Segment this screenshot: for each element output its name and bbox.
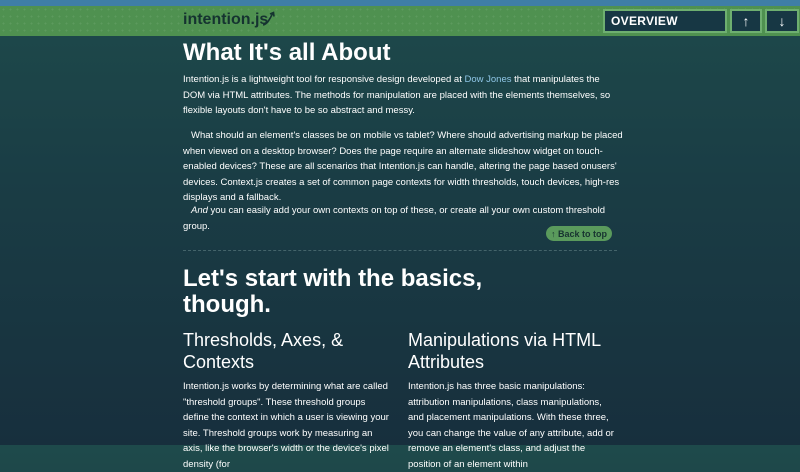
about-paragraph-2: What should an element's classes be on m… [183, 130, 623, 203]
overview-nav-button[interactable]: OVERVIEW [603, 9, 727, 33]
manipulations-heading: Manipulations via HTML Attributes [408, 330, 601, 372]
about-p3-text: you can easily add your own contexts on … [183, 205, 606, 232]
about-p3-emphasis: And [191, 205, 208, 216]
back-to-top-button[interactable]: ↑ Back to top [546, 226, 612, 241]
site-logo[interactable]: intention.js [183, 11, 268, 29]
scroll-down-button[interactable]: ↓ [765, 9, 799, 33]
dow-jones-link[interactable]: Dow Jones [464, 74, 511, 85]
manipulations-text: Intention.js has three basic manipulatio… [408, 381, 614, 470]
thresholds-text: Intention.js works by determining what a… [183, 381, 389, 470]
about-p1-text: Intention.js is a lightweight tool for r… [183, 74, 465, 85]
about-paragraph-1: Intention.js is a lightweight tool for r… [183, 72, 623, 119]
curved-arrow-icon [262, 11, 275, 26]
thresholds-heading: Thresholds, Axes, & Contexts [183, 330, 344, 372]
about-heading: What It's all About [183, 39, 391, 66]
section-divider [183, 250, 617, 251]
basics-heading: Let's start with the basics, though. [183, 265, 483, 318]
scroll-up-button[interactable]: ↑ [730, 9, 762, 33]
